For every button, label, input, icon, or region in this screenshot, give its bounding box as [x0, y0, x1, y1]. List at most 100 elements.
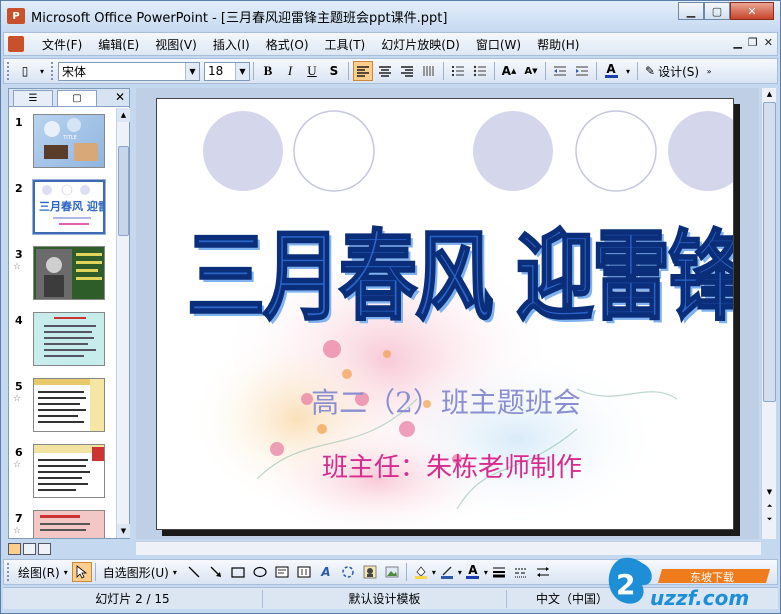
next-slide-icon[interactable]: ⏷	[762, 513, 777, 525]
draw-menu-button[interactable]: 绘图(R)	[14, 564, 64, 581]
minimize-button[interactable]: ▁	[678, 2, 704, 20]
fill-color-icon[interactable]	[411, 562, 431, 582]
chevron-down-icon[interactable]: ▾	[432, 568, 436, 577]
chevron-down-icon[interactable]: ▾	[623, 61, 633, 81]
textbox-tool-icon[interactable]	[272, 562, 292, 582]
slide-thumbnail[interactable]	[33, 246, 105, 300]
toolbar-grip[interactable]	[7, 62, 11, 80]
toolbar-grip[interactable]	[51, 62, 55, 80]
scroll-up-icon[interactable]: ▲	[117, 108, 130, 122]
menu-tools[interactable]: 工具(T)	[317, 36, 374, 53]
close-icon[interactable]: ✕	[115, 90, 125, 104]
thumbnail-slide-4[interactable]: 4	[9, 312, 117, 372]
scroll-down-icon[interactable]: ▼	[762, 486, 777, 498]
slide-vertical-scrollbar[interactable]: ▲ ▼ ⏶ ⏷	[761, 88, 776, 539]
tab-outline[interactable]: ☰	[13, 90, 53, 106]
current-slide[interactable]: 三月春风 迎雷锋 高二（2）班主题班会 班主任：朱栋老师制作	[156, 98, 734, 530]
thumbnail-slide-1[interactable]: 1 TITLE	[9, 114, 117, 174]
slide-thumbnail[interactable]	[33, 444, 105, 498]
thumbnail-slide-6[interactable]: 6 ☆	[9, 444, 117, 504]
close-button[interactable]: ✕	[730, 2, 774, 20]
doc-minimize-icon[interactable]: ▁	[733, 36, 741, 49]
rectangle-tool-icon[interactable]	[228, 562, 248, 582]
doc-close-icon[interactable]: ✕	[764, 36, 773, 49]
diagram-icon[interactable]	[338, 562, 358, 582]
toolbar-options-icon[interactable]: ▾	[37, 61, 47, 81]
decrease-indent-icon[interactable]	[550, 61, 570, 81]
align-left-icon[interactable]	[353, 61, 373, 81]
line-tool-icon[interactable]	[184, 562, 204, 582]
scroll-down-icon[interactable]: ▼	[117, 524, 130, 538]
distribute-icon[interactable]	[419, 61, 439, 81]
decrease-font-size-icon[interactable]: A ▼	[521, 61, 541, 81]
chevron-down-icon[interactable]: ▾	[458, 568, 462, 577]
align-center-icon[interactable]	[375, 61, 395, 81]
slide-title[interactable]: 三月春风 迎雷锋	[186, 199, 733, 339]
tab-slides[interactable]: ▢	[57, 90, 97, 106]
font-name-combo[interactable]: 宋体 ▼	[58, 61, 200, 81]
font-color-icon[interactable]: A	[601, 61, 621, 81]
slide-thumbnail[interactable]	[33, 510, 105, 538]
dash-style-icon[interactable]	[511, 562, 531, 582]
increase-font-size-icon[interactable]: A ▲	[499, 61, 519, 81]
new-document-icon[interactable]: ▯	[15, 61, 35, 81]
slide-subtitle[interactable]: 高二（2）班主题班会	[157, 381, 733, 421]
select-objects-icon[interactable]	[71, 562, 92, 582]
thumbnail-slide-5[interactable]: 5 ☆	[9, 378, 117, 438]
slide-thumbnail[interactable]	[33, 312, 105, 366]
chevron-down-icon[interactable]: ▼	[185, 62, 199, 80]
menu-help[interactable]: 帮助(H)	[529, 36, 587, 53]
toolbar-grip[interactable]	[7, 563, 11, 581]
oval-tool-icon[interactable]	[250, 562, 270, 582]
bold-button[interactable]: B	[258, 61, 278, 81]
chevron-down-icon[interactable]: ▼	[235, 62, 249, 80]
italic-button[interactable]: I	[280, 61, 300, 81]
vertical-textbox-icon[interactable]	[294, 562, 314, 582]
menu-view[interactable]: 视图(V)	[147, 36, 205, 53]
clipart-icon[interactable]	[360, 562, 380, 582]
thumbnails-scrollbar[interactable]: ▲ ▼	[116, 108, 130, 538]
menu-file[interactable]: 文件(F)	[34, 36, 90, 53]
increase-indent-icon[interactable]	[572, 61, 592, 81]
arrow-tool-icon[interactable]	[206, 562, 226, 582]
numbering-icon[interactable]	[448, 61, 468, 81]
chevron-down-icon[interactable]: ▾	[64, 568, 68, 577]
bullets-icon[interactable]	[470, 61, 490, 81]
design-button[interactable]: ✎ 设计(S)	[641, 63, 703, 80]
chevron-down-icon[interactable]: ▾	[484, 568, 488, 577]
slide-thumbnail[interactable]: TITLE	[33, 114, 105, 168]
underline-button[interactable]: U	[302, 61, 322, 81]
slide-thumbnail[interactable]	[33, 378, 105, 432]
font-color-icon[interactable]: A	[463, 562, 483, 582]
scrollbar-thumb[interactable]	[763, 102, 776, 402]
powerpoint-app-icon[interactable]: P	[7, 8, 25, 24]
slide-author[interactable]: 班主任：朱栋老师制作	[322, 447, 582, 484]
arrow-style-icon[interactable]	[533, 562, 553, 582]
menu-window[interactable]: 窗口(W)	[468, 36, 529, 53]
thumbnail-slide-2[interactable]: 2 三月春风 迎雷锋	[9, 179, 117, 240]
chevron-down-icon[interactable]: ▾	[173, 568, 177, 577]
toolbar-options-icon[interactable]: »	[704, 61, 714, 81]
picture-icon[interactable]	[382, 562, 402, 582]
slide-thumbnail[interactable]: 三月春风 迎雷锋	[32, 179, 106, 235]
thumbnail-slide-3[interactable]: 3 ☆	[9, 246, 117, 306]
line-color-icon[interactable]	[437, 562, 457, 582]
slideshow-view-icon[interactable]	[38, 543, 51, 555]
thumbnail-slide-7[interactable]: 7 ☆	[9, 510, 117, 538]
menu-format[interactable]: 格式(O)	[258, 36, 317, 53]
line-style-icon[interactable]	[489, 562, 509, 582]
normal-view-icon[interactable]	[8, 543, 21, 555]
maximize-button[interactable]: ▢	[704, 2, 730, 20]
autoshapes-button[interactable]: 自选图形(U)	[99, 564, 173, 581]
doc-restore-icon[interactable]: ❐	[748, 36, 758, 49]
shadow-button[interactable]: S	[324, 61, 344, 81]
font-size-combo[interactable]: 18 ▼	[204, 61, 250, 81]
scroll-up-icon[interactable]: ▲	[762, 88, 777, 100]
wordart-icon[interactable]: A	[316, 562, 336, 582]
align-right-icon[interactable]	[397, 61, 417, 81]
menu-edit[interactable]: 编辑(E)	[90, 36, 147, 53]
document-menu-icon[interactable]	[8, 36, 24, 52]
slide-sorter-view-icon[interactable]	[23, 543, 36, 555]
menu-slideshow[interactable]: 幻灯片放映(D)	[373, 36, 468, 53]
previous-slide-icon[interactable]: ⏶	[762, 500, 777, 512]
